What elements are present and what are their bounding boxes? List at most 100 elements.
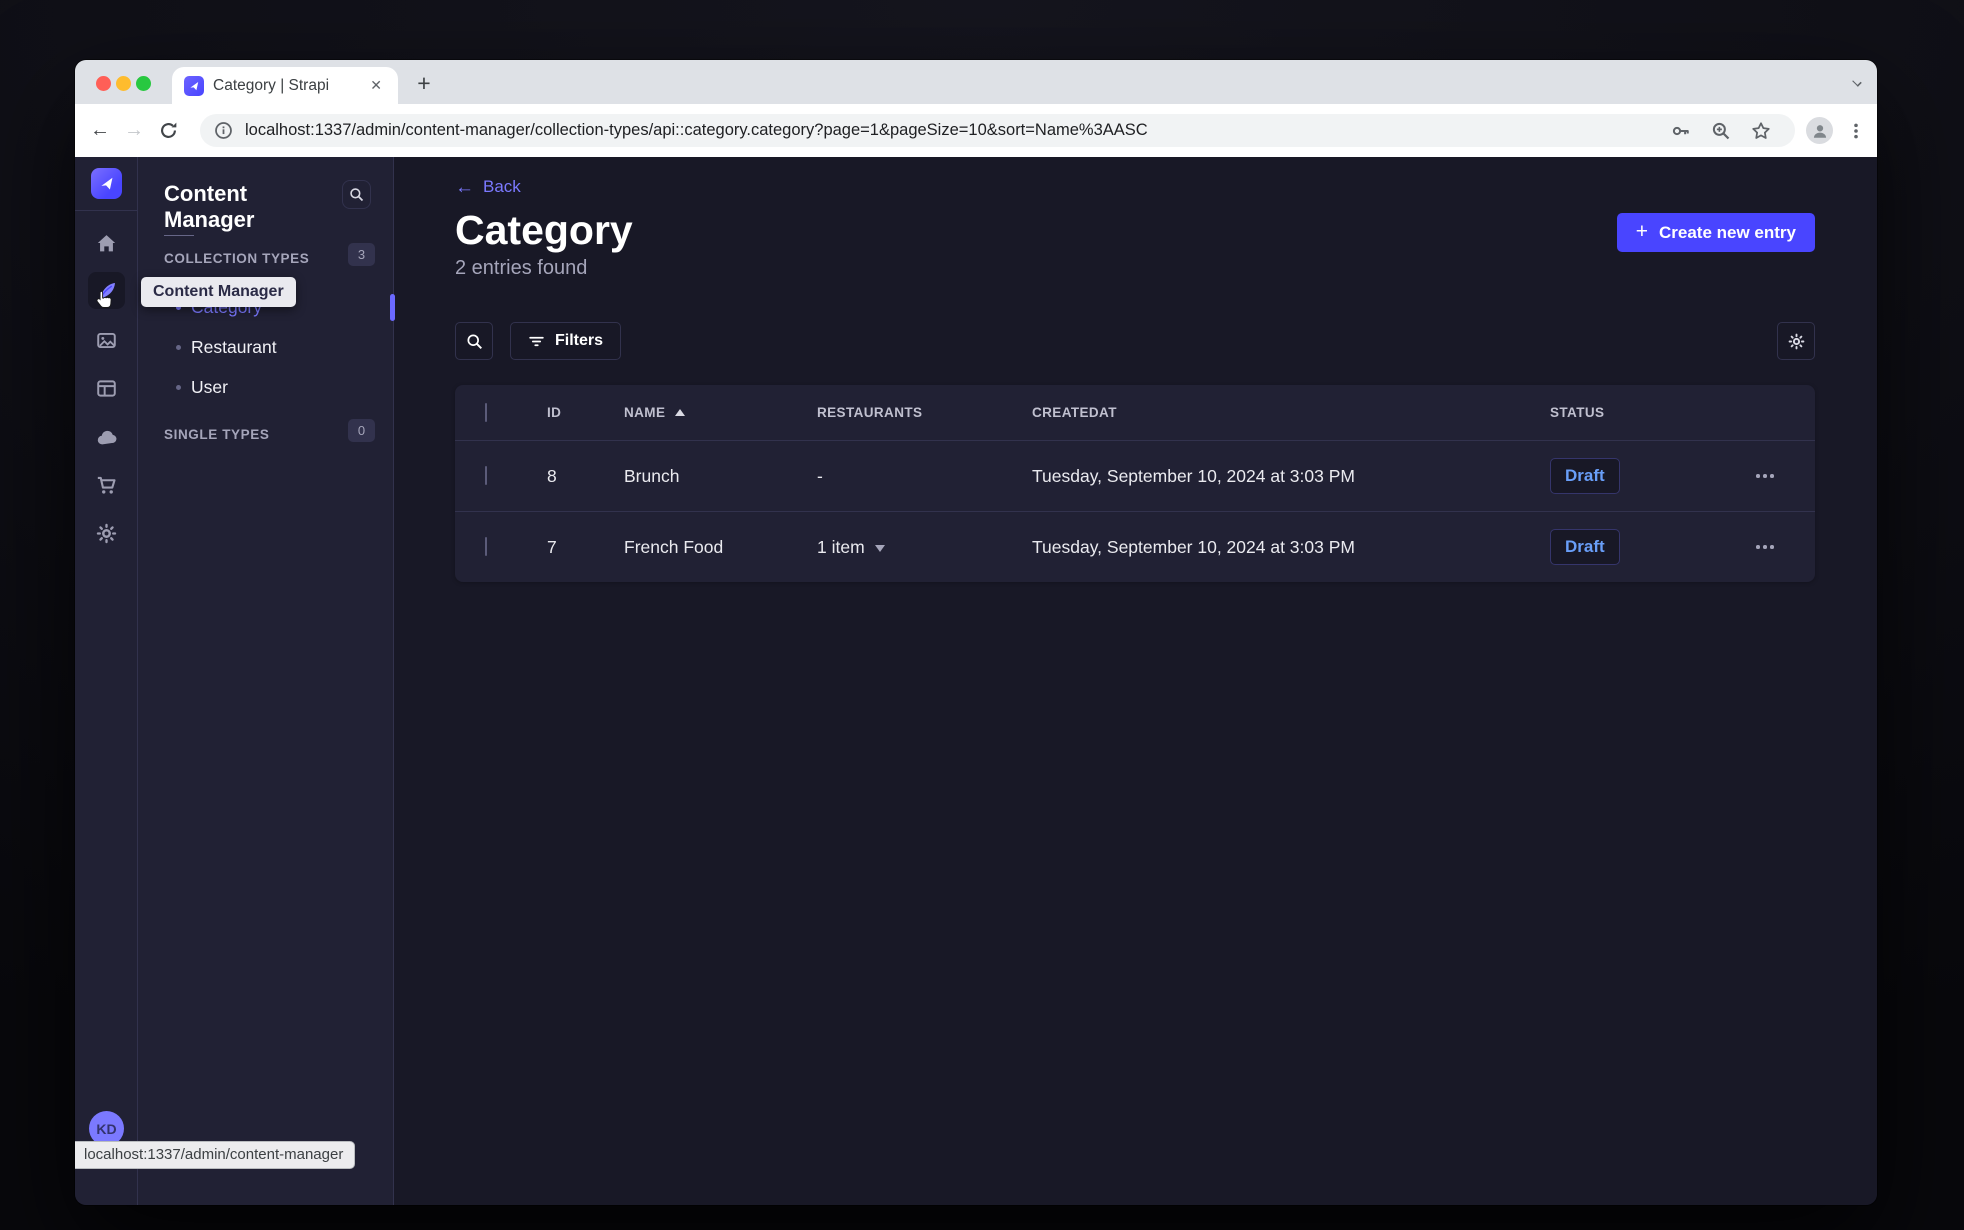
rail-item-content-type-builder[interactable] — [88, 370, 125, 407]
strapi-logo[interactable] — [91, 168, 122, 199]
rail-item-settings[interactable] — [88, 515, 125, 552]
filters-button[interactable]: Filters — [510, 322, 622, 360]
filters-label: Filters — [555, 332, 604, 349]
page-title: Category — [455, 207, 633, 253]
rail-divider — [75, 210, 137, 211]
plus-icon: + — [1635, 220, 1648, 243]
rail-item-marketplace[interactable] — [88, 419, 125, 456]
bullet-icon — [176, 384, 181, 390]
collection-nav-item[interactable]: Restaurant — [138, 327, 393, 367]
fullscreen-window-button[interactable] — [136, 76, 151, 91]
back-label: Back — [483, 177, 521, 196]
cell-restaurants: 1 item — [817, 536, 865, 557]
table-row[interactable]: 8 Brunch - Tuesday, September 10, 2024 a… — [455, 440, 1815, 511]
collection-nav-item[interactable]: User — [138, 367, 393, 407]
new-tab-button[interactable]: + — [409, 69, 439, 97]
row-checkbox[interactable] — [485, 466, 487, 485]
browser-tab[interactable]: Category | Strapi ✕ — [172, 67, 398, 104]
minimize-window-button[interactable] — [116, 76, 131, 91]
reload-button[interactable] — [151, 119, 185, 142]
bullet-icon — [176, 344, 181, 350]
tab-title: Category | Strapi — [213, 76, 330, 94]
items-caret-icon[interactable] — [874, 544, 885, 552]
row-more-button[interactable] — [1750, 468, 1780, 484]
link-preview-bubble: localhost:1337/admin/content-manager — [75, 1141, 356, 1169]
table-body: 8 Brunch - Tuesday, September 10, 2024 a… — [455, 440, 1815, 582]
collection-nav-label: User — [191, 376, 228, 397]
row-checkbox[interactable] — [485, 537, 487, 556]
rail-item-media-library[interactable] — [88, 322, 125, 359]
view-settings-button[interactable] — [1777, 322, 1815, 360]
single-types-label: SINGLE TYPES — [164, 427, 270, 442]
entries-count: 2 entries found — [455, 257, 588, 279]
cell-createdat: Tuesday, September 10, 2024 at 3:03 PM — [1032, 465, 1355, 486]
column-header-status: STATUS — [1550, 404, 1605, 420]
bookmark-star-icon[interactable] — [1751, 121, 1771, 141]
collection-types-label: COLLECTION TYPES — [164, 251, 310, 266]
strapi-favicon-icon — [184, 75, 204, 96]
site-info-icon[interactable] — [214, 121, 233, 140]
content-manager-subnav: Content Manager COLLECTION TYPES 3 Categ… — [138, 157, 395, 1205]
home-icon — [97, 235, 116, 252]
create-button-label: Create new entry — [1659, 222, 1796, 242]
search-icon — [350, 188, 364, 202]
row-more-button[interactable] — [1750, 539, 1780, 555]
column-header-id[interactable]: ID — [547, 405, 561, 420]
table-row[interactable]: 7 French Food 1 item Tuesday, September … — [455, 511, 1815, 582]
forward-button[interactable]: → — [117, 119, 151, 142]
browser-profile-icon[interactable] — [1806, 117, 1833, 144]
cursor-hand-icon — [96, 290, 112, 308]
rail-item-purchases[interactable] — [88, 467, 125, 504]
column-header-restaurants: RESTAURANTS — [817, 405, 923, 420]
list-search-button[interactable] — [455, 322, 493, 360]
collection-nav-label: Restaurant — [191, 336, 277, 357]
single-types-count-badge: 0 — [348, 419, 375, 442]
back-button[interactable]: ← — [83, 119, 117, 142]
browser-toolbar: ← → localhost:1337/admin/content-manager… — [75, 104, 1877, 157]
tab-strip: Category | Strapi ✕ + — [75, 60, 1877, 104]
media-library-icon — [97, 332, 116, 349]
status-badge: Draft — [1550, 458, 1620, 494]
subnav-title: Content Manager — [164, 181, 255, 232]
gear-icon — [96, 523, 117, 544]
status-badge: Draft — [1550, 529, 1620, 565]
table-header-row: ID NAME RESTAURANTS CREATEDAT STATUS — [455, 385, 1815, 440]
address-bar[interactable]: localhost:1337/admin/content-manager/col… — [200, 114, 1795, 147]
subnav-search-button[interactable] — [342, 180, 371, 209]
nav-rail: KD — [75, 157, 138, 1205]
select-all-checkbox[interactable] — [485, 402, 487, 422]
browser-menu-icon[interactable] — [1847, 122, 1865, 140]
browser-window: Category | Strapi ✕ + ← → localhost:1337… — [75, 60, 1877, 1205]
search-icon — [466, 333, 482, 349]
create-new-entry-button[interactable]: + Create new entry — [1616, 213, 1815, 252]
sort-asc-icon — [675, 409, 686, 416]
cell-restaurants: - — [817, 465, 823, 486]
password-key-icon[interactable] — [1671, 121, 1691, 141]
main-content: ← Back Category 2 entries found + Create… — [395, 157, 1877, 1205]
close-window-button[interactable] — [96, 76, 111, 91]
filter-icon — [529, 336, 544, 346]
cell-id: 7 — [547, 536, 557, 557]
cell-name: French Food — [624, 536, 724, 557]
entries-table: ID NAME RESTAURANTS CREATEDAT STATUS 8 B… — [455, 385, 1815, 582]
cell-id: 8 — [547, 465, 557, 486]
cell-name: Brunch — [624, 465, 680, 486]
collection-types-count-badge: 3 — [348, 243, 375, 266]
content-type-builder-icon — [97, 380, 116, 397]
cell-createdat: Tuesday, September 10, 2024 at 3:03 PM — [1032, 536, 1355, 557]
cloud-icon — [97, 430, 116, 444]
column-header-name[interactable]: NAME — [624, 405, 665, 420]
subnav-divider — [164, 235, 194, 236]
column-header-createdat[interactable]: CREATEDAT — [1032, 405, 1117, 420]
tab-close-icon[interactable]: ✕ — [366, 75, 386, 96]
url-text: localhost:1337/admin/content-manager/col… — [245, 121, 1148, 139]
back-arrow-icon: ← — [455, 176, 474, 198]
strapi-app: KD Content Manager COLLECTION TYPES 3 Ca… — [75, 157, 1877, 1205]
tab-search-chevron-icon[interactable] — [1851, 77, 1863, 85]
gear-icon — [1788, 333, 1804, 349]
desktop: { "colors": { "brand_primary": "#4945ff"… — [0, 0, 1964, 1230]
rail-item-home[interactable] — [88, 225, 125, 262]
zoom-icon[interactable] — [1711, 121, 1731, 141]
nav-tooltip: Content Manager — [141, 277, 296, 307]
back-link[interactable]: ← Back — [455, 177, 521, 197]
